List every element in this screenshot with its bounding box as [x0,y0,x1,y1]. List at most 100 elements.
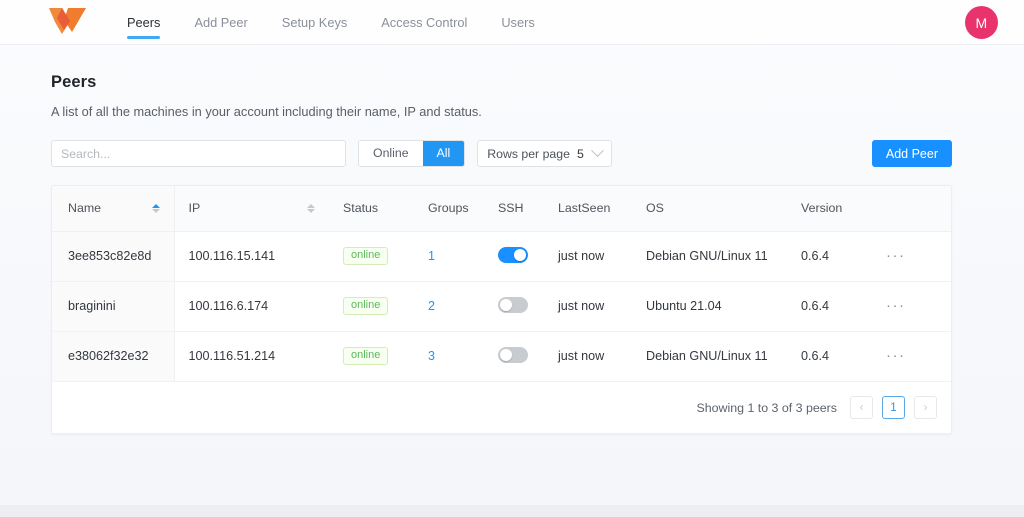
table-row[interactable]: braginini 100.116.6.174 online 2 just no… [52,280,951,331]
groups-link[interactable]: 3 [428,349,435,363]
search-input[interactable] [51,140,346,167]
status-badge: online [343,297,389,315]
pagination-summary: Showing 1 to 3 of 3 peers [696,400,837,415]
nav-item-setup-keys[interactable]: Setup Keys [265,0,364,45]
cell-ssh [484,231,544,281]
groups-link[interactable]: 2 [428,299,435,313]
app-page: Peers Add Peer Setup Keys Access Control… [0,0,1024,517]
cell-ssh [484,330,544,381]
nav-item-peers[interactable]: Peers [110,0,177,45]
status-filter-group: Online All [358,140,466,167]
status-badge: online [343,247,389,265]
rows-per-page-label: Rows per page [487,146,570,161]
toggle-knob [500,298,512,311]
cell-actions: ··· [872,280,951,331]
column-header-status: Status [329,186,414,232]
page-title: Peers [51,73,97,91]
column-label: Name [68,201,102,216]
status-badge: online [343,347,389,366]
ssh-toggle[interactable] [498,296,528,313]
peers-table-card: Name IP Status Groups SSH LastSeen OS Ve… [51,185,952,434]
cell-ip: 100.116.6.174 [174,280,329,331]
cell-status: online [329,280,414,331]
page-subtitle: A list of all the machines in your accou… [51,104,482,119]
cell-name: e38062f32e32 [52,330,175,381]
caret-up-icon [151,203,160,208]
row-menu-icon[interactable]: ··· [886,298,906,313]
cell-name: braginini [52,280,175,331]
cell-actions: ··· [872,231,951,281]
column-label: IP [188,201,201,216]
row-menu-icon[interactable]: ··· [886,248,906,263]
cell-lastseen: just now [544,280,632,331]
row-menu-icon[interactable]: ··· [886,348,906,363]
sort-toggle-ip[interactable] [307,203,315,213]
caret-down-icon [151,208,160,213]
add-peer-button[interactable]: Add Peer [871,140,952,167]
netbird-logo-icon[interactable] [48,5,88,39]
caret-down-icon [307,208,315,213]
column-header-ssh: SSH [484,186,544,232]
filter-online-button[interactable]: Online [359,141,423,166]
caret-up-icon [307,203,315,208]
nav-label: Setup Keys [281,14,348,30]
avatar[interactable]: M [965,6,998,39]
column-header-lastseen: LastSeen [544,186,632,232]
cell-actions: ··· [872,330,951,381]
ssh-toggle[interactable] [498,346,528,363]
cell-os: Debian GNU/Linux 11 [646,249,768,263]
peers-table: Name IP Status Groups SSH LastSeen OS Ve… [52,186,951,381]
cell-lastseen: just now [544,330,632,381]
top-header: Peers Add Peer Setup Keys Access Control… [0,0,1024,45]
cell-os: Ubuntu 21.04 [632,280,787,331]
cell-ip: 100.116.15.141 [188,249,276,263]
cell-status: online [329,330,414,381]
toggle-knob [514,248,526,261]
groups-link[interactable]: 1 [428,249,435,263]
nav-item-add-peer[interactable]: Add Peer [177,0,264,45]
column-header-version: Version [787,186,872,232]
cell-ip: 100.116.51.214 [174,330,329,381]
pagination-prev-button[interactable]: ‹ [850,396,873,419]
cell-version: 0.6.4 [787,280,872,331]
table-footer: Showing 1 to 3 of 3 peers ‹ 1 › [52,381,951,433]
toggle-knob [500,348,512,361]
cell-os: Debian GNU/Linux 11 [632,330,787,381]
nav-label: Users [501,14,535,30]
nav-item-users[interactable]: Users [484,0,551,45]
table-head: Name IP Status Groups SSH LastSeen OS Ve… [52,186,951,232]
column-header-os: OS [632,186,787,232]
cell-groups: 2 [414,280,484,331]
table-body: 3ee853c82e8d 100.116.15.141 online 1 jus… [52,231,951,381]
column-header-name[interactable]: Name [52,186,175,232]
page-content: Peers A list of all the machines in your… [0,45,1024,434]
ssh-toggle[interactable] [498,246,528,263]
cell-version: 0.6.4 [787,330,872,381]
nav-item-access-control[interactable]: Access Control [364,0,484,45]
cell-groups: 3 [414,330,484,381]
rows-per-page-select[interactable]: Rows per page 5 [477,140,612,167]
table-header-row: Name IP Status Groups SSH LastSeen OS Ve… [52,186,951,232]
cell-name: 3ee853c82e8d [52,231,175,281]
table-row[interactable]: 3ee853c82e8d 100.116.15.141 online 1 jus… [52,231,951,281]
avatar-initial: M [975,14,988,31]
cell-groups: 1 [414,231,484,281]
table-toolbar: Online All Rows per page 5 Add Peer [51,140,952,167]
cell-version: 0.6.4 [801,249,830,263]
filter-all-button[interactable]: All [422,141,465,166]
nav-label: Add Peer [194,14,248,30]
column-header-groups: Groups [414,186,484,232]
chevron-down-icon [590,144,604,158]
pagination-next-button[interactable]: › [914,396,937,419]
nav-label: Peers [127,14,161,30]
table-row[interactable]: e38062f32e32 100.116.51.214 online 3 jus… [52,330,951,381]
main-nav: Peers Add Peer Setup Keys Access Control… [110,0,552,45]
pagination-page-1[interactable]: 1 [882,396,905,419]
cell-lastseen: just now [558,249,605,263]
bottom-bar [0,505,1024,517]
rows-per-page-value: 5 [576,146,584,161]
column-header-actions [872,186,951,232]
cell-ssh [484,280,544,331]
sort-toggle-name[interactable] [151,203,160,213]
column-header-ip[interactable]: IP [174,186,329,232]
